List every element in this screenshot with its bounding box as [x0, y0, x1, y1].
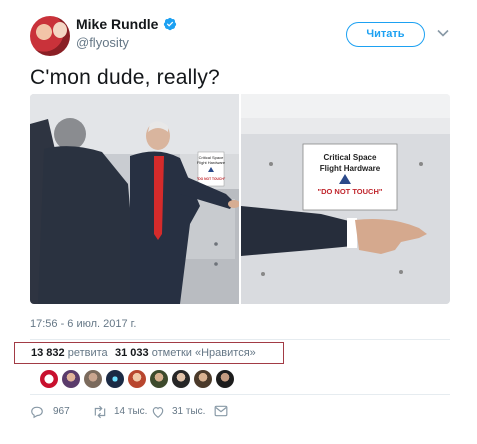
liker-avatar[interactable] — [150, 370, 168, 388]
retweet-count: 14 тыс. — [114, 406, 148, 417]
liker-avatar[interactable] — [62, 370, 80, 388]
reply-count: 967 — [53, 406, 70, 417]
retweets-stat[interactable]: 13 832 ретвита — [31, 347, 108, 359]
retweet-icon — [94, 405, 106, 419]
divider — [30, 339, 450, 340]
sign-line2-small: Flight Hardware — [197, 160, 226, 165]
sign-line1: Critical Space — [324, 153, 377, 162]
liker-avatar[interactable] — [128, 370, 146, 388]
tweet-media[interactable]: Critical Space Flight Hardware "DO NOT T… — [30, 94, 450, 304]
follow-button[interactable]: Читать — [346, 22, 425, 47]
envelope-icon — [214, 405, 228, 417]
retweets-label: ретвита — [67, 347, 108, 359]
like-count: 31 тыс. — [172, 406, 206, 417]
sign-line2: Flight Hardware — [320, 164, 381, 173]
tweet-card: Mike Rundle @flyosity Читать C'mon dude,… — [0, 0, 477, 444]
user-handle[interactable]: @flyosity — [76, 35, 129, 50]
likes-stat[interactable]: 31 033 отметки «Нравится» — [115, 347, 256, 359]
chevron-down-icon[interactable] — [437, 29, 449, 37]
likes-label: отметки «Нравится» — [151, 347, 256, 359]
sign-warning-small: "DO NOT TOUCH" — [197, 177, 226, 181]
heart-icon — [152, 407, 164, 418]
user-name[interactable]: Mike Rundle — [76, 16, 158, 32]
liker-avatar[interactable] — [194, 370, 212, 388]
liker-avatar[interactable] — [40, 370, 58, 388]
divider — [30, 394, 450, 395]
liker-avatar[interactable] — [84, 370, 102, 388]
verified-icon — [163, 17, 177, 31]
avatar[interactable] — [30, 16, 70, 56]
reply-icon — [31, 406, 43, 419]
photo-right[interactable]: Critical Space Flight Hardware "DO NOT T… — [241, 94, 450, 304]
retweets-count: 13 832 — [31, 347, 65, 359]
liker-avatar[interactable] — [106, 370, 124, 388]
tweet-timestamp[interactable]: 17:56 - 6 июл. 2017 г. — [30, 318, 136, 330]
photo-left[interactable]: Critical Space Flight Hardware "DO NOT T… — [30, 94, 239, 304]
likes-count: 31 033 — [115, 347, 149, 359]
sign-warning: "DO NOT TOUCH" — [318, 187, 383, 196]
tweet-text: C'mon dude, really? — [30, 66, 220, 89]
liker-avatar[interactable] — [216, 370, 234, 388]
liker-avatar[interactable] — [172, 370, 190, 388]
